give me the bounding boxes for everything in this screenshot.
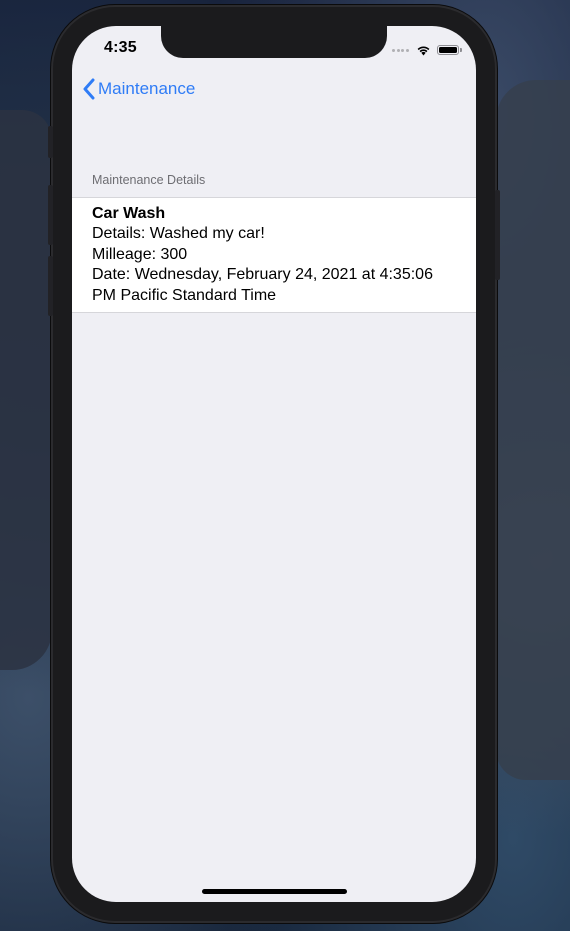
cellular-signal-icon <box>392 48 410 52</box>
record-details: Details: Washed my car! <box>92 225 265 242</box>
maintenance-record-cell: Car Wash Details: Washed my car! Milleag… <box>72 197 476 313</box>
home-indicator[interactable] <box>202 889 347 894</box>
back-button-label: Maintenance <box>98 79 196 98</box>
status-time: 4:35 <box>104 39 137 56</box>
back-button[interactable]: Maintenance <box>82 78 195 100</box>
status-icons <box>392 43 462 57</box>
chevron-left-icon <box>83 78 95 100</box>
side-button-power <box>495 190 500 280</box>
section-header: Maintenance Details <box>92 173 206 187</box>
phone-screen: 4:35 Maintenance Maintenance Details Car… <box>72 26 476 902</box>
record-date: Date: Wednesday, February 24, 2021 at 4:… <box>92 266 433 304</box>
record-title: Car Wash <box>92 205 166 222</box>
side-button-volume-up <box>48 185 53 245</box>
record-mileage: Milleage: 300 <box>92 245 188 263</box>
wallpaper-rock-left <box>0 110 52 670</box>
side-button-volume-down <box>48 256 53 316</box>
wifi-icon <box>417 45 430 55</box>
notch <box>161 26 387 58</box>
side-button-silent <box>48 126 53 158</box>
battery-icon <box>437 45 462 55</box>
wallpaper-rock-right <box>496 80 570 780</box>
